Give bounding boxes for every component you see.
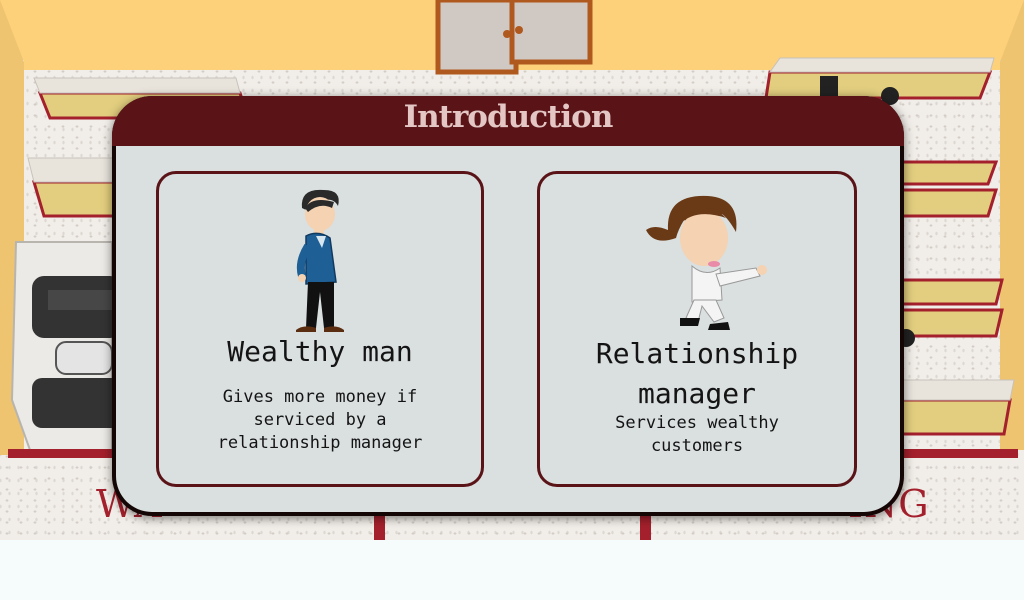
wealthy-man-card[interactable]: Wealthy man Gives more money if serviced… xyxy=(156,171,484,487)
dialog-title-bar: Introduction xyxy=(112,96,904,146)
relationship-manager-card[interactable]: Relationship manager Services wealthy cu… xyxy=(537,171,857,487)
bottom-strip xyxy=(0,540,1024,600)
wealthy-man-name: Wealthy man xyxy=(227,335,413,368)
relationship-manager-description: Services wealthy customers xyxy=(615,413,779,456)
door-icon xyxy=(435,0,593,75)
businessman-icon xyxy=(296,189,344,332)
relationship-manager-name: Relationship manager xyxy=(595,337,799,410)
businesswoman-icon xyxy=(646,195,767,330)
wealthy-man-description: Gives more money if serviced by a relati… xyxy=(217,387,423,453)
introduction-dialog: Introduction Wealthy man Gives more mone… xyxy=(112,96,904,516)
dialog-title: Introduction xyxy=(403,99,614,135)
waiting-area-sofa xyxy=(10,241,122,451)
